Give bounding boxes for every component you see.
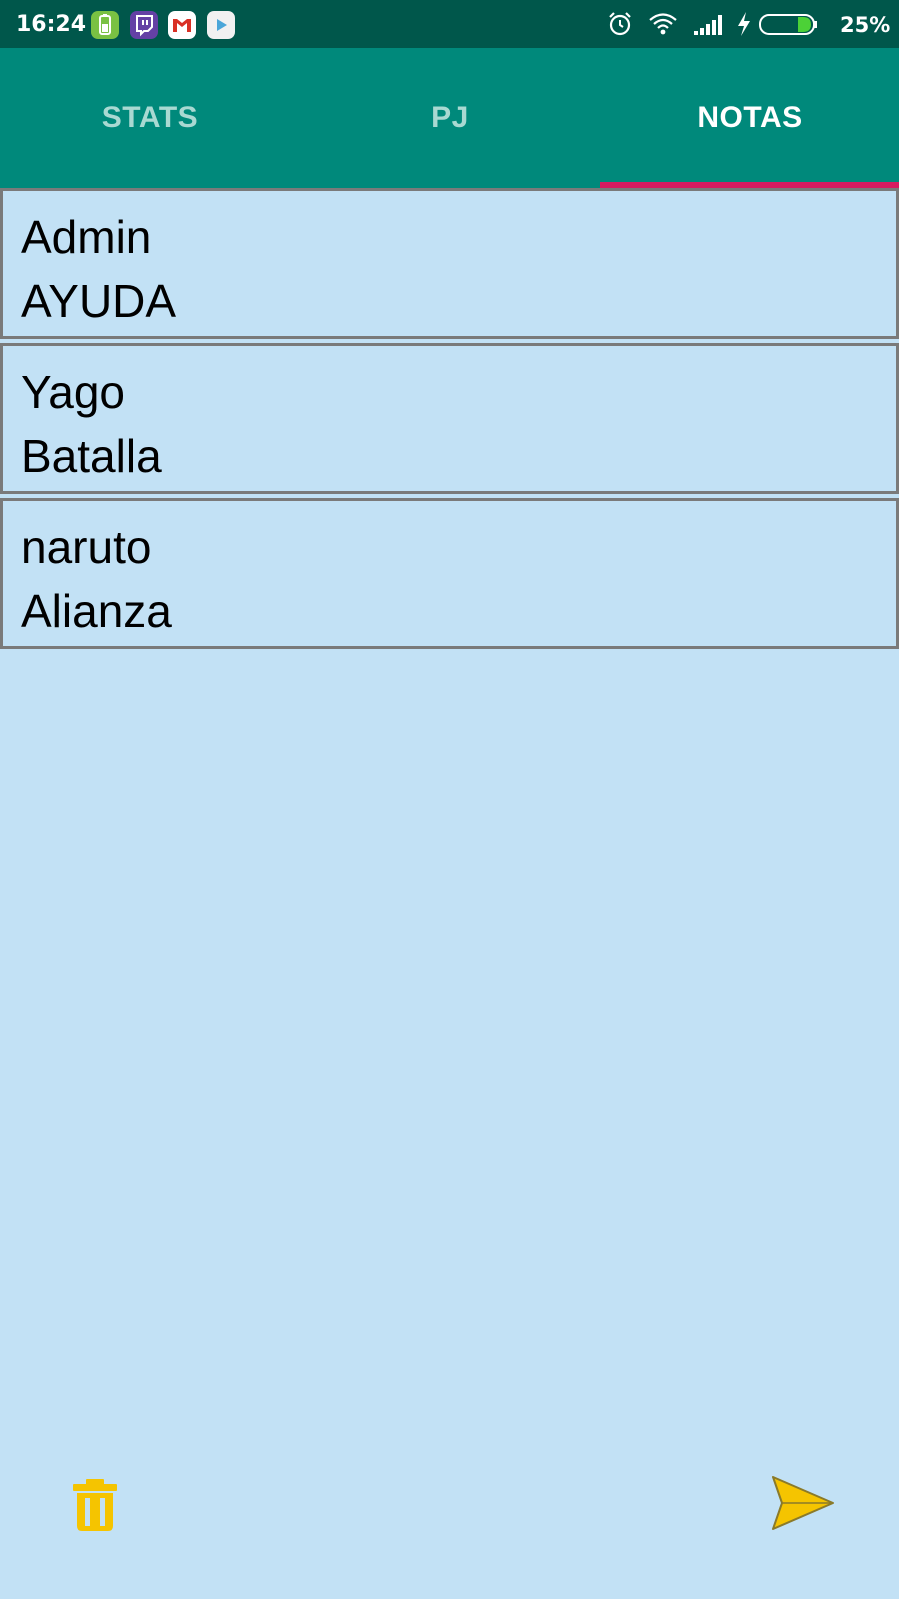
status-time: 16:24 xyxy=(16,12,87,37)
charging-icon xyxy=(735,10,753,43)
note-title: Yago xyxy=(21,366,126,418)
note-subtitle: Alianza xyxy=(21,585,172,637)
list-item[interactable]: Admin AYUDA xyxy=(0,188,899,339)
tab-stats[interactable]: STATS xyxy=(0,48,300,188)
note-subtitle: AYUDA xyxy=(21,275,177,327)
signal-icon xyxy=(693,10,727,43)
battery-percent: 25% xyxy=(840,13,891,37)
send-button[interactable] xyxy=(770,1474,836,1532)
tab-pj[interactable]: PJ xyxy=(300,48,600,188)
send-icon xyxy=(772,1476,834,1530)
battery-icon xyxy=(758,10,820,43)
alarm-icon xyxy=(606,10,634,43)
list-item[interactable]: naruto Alianza xyxy=(0,498,899,649)
wifi-icon xyxy=(647,10,679,43)
notes-list: Admin AYUDA Yago Batalla naruto Alianza xyxy=(0,188,899,653)
trash-icon xyxy=(73,1479,117,1531)
delete-button[interactable] xyxy=(70,1478,120,1532)
note-title: naruto xyxy=(21,521,152,573)
gmail-icon xyxy=(168,11,196,39)
twitch-icon xyxy=(130,11,158,39)
battery-app-icon xyxy=(91,11,119,39)
tab-bar: STATS PJ NOTAS xyxy=(0,48,899,188)
tab-notas[interactable]: NOTAS xyxy=(600,48,899,188)
status-bar: 16:24 25% xyxy=(0,0,899,48)
note-title: Admin xyxy=(21,211,152,263)
note-subtitle: Batalla xyxy=(21,430,162,482)
play-store-icon xyxy=(207,11,235,39)
list-item[interactable]: Yago Batalla xyxy=(0,343,899,494)
